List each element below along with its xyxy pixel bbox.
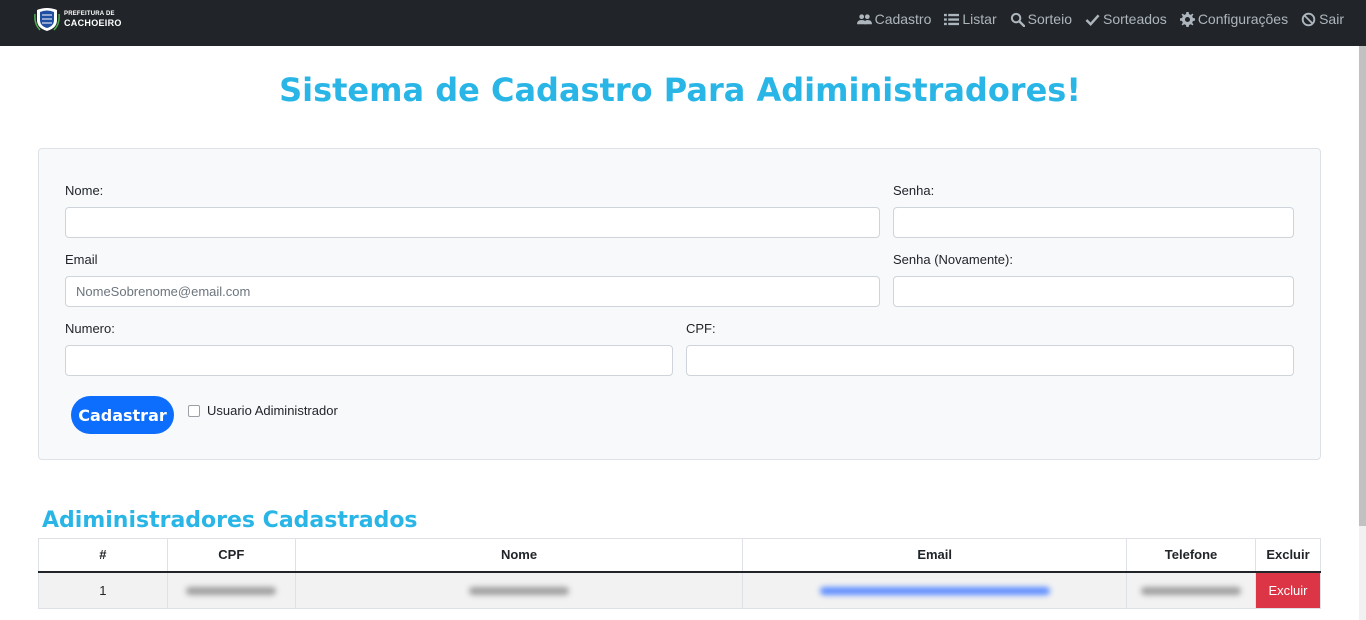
table-row: 1 Excluir <box>38 571 1321 609</box>
nav-label: Sorteados <box>1102 11 1167 27</box>
scrollbar-thumb[interactable] <box>1359 46 1366 526</box>
nav-item-configuracoes[interactable]: Configurações <box>1179 11 1289 27</box>
gear-icon <box>1179 11 1195 27</box>
cpf-label: CPF: <box>686 321 716 336</box>
ban-icon <box>1301 12 1316 26</box>
senha-confirm-input[interactable] <box>893 276 1294 307</box>
cell-email-redacted <box>742 571 1128 609</box>
nome-input[interactable] <box>65 207 880 238</box>
col-index: # <box>38 538 168 573</box>
page-title: Sistema de Cadastro Para Adiministradore… <box>279 71 1081 109</box>
navbar: PREFEITURA DE CACHOEIRO Cadastro Listar … <box>0 0 1366 46</box>
check-icon <box>1085 13 1100 26</box>
numero-input[interactable] <box>65 345 673 376</box>
email-label: Email <box>65 252 98 267</box>
col-cpf: CPF <box>166 538 296 573</box>
cpf-input[interactable] <box>686 345 1294 376</box>
nav-label: Listar <box>962 11 997 27</box>
nav-item-cadastro[interactable]: Cadastro <box>856 11 932 27</box>
users-icon <box>856 13 872 24</box>
nome-label: Nome: <box>65 183 104 198</box>
nav-label: Sair <box>1319 11 1344 27</box>
cell-excluir: Excluir <box>1255 571 1321 609</box>
table-header-row: # CPF Nome Email Telefone Excluir <box>38 538 1321 573</box>
nav-item-listar[interactable]: Listar <box>944 11 997 27</box>
registration-form: Nome: Senha: Email Senha (Novamente): Nu… <box>38 148 1321 460</box>
nav-label: Configurações <box>1197 11 1289 27</box>
col-nome: Nome <box>294 538 744 573</box>
cadastrar-button[interactable]: Cadastrar <box>71 396 174 434</box>
excluir-button[interactable]: Excluir <box>1256 572 1320 608</box>
senha-confirm-label: Senha (Novamente): <box>893 252 1013 267</box>
nav-menu: Cadastro Listar Sorteio Sorteados Config… <box>856 0 1344 38</box>
cell-telefone-redacted <box>1126 571 1256 609</box>
col-excluir: Excluir <box>1255 538 1321 573</box>
senha-label: Senha: <box>893 183 935 198</box>
admin-checkbox[interactable] <box>188 404 200 417</box>
col-email: Email <box>742 538 1128 573</box>
senha-input[interactable] <box>893 207 1294 238</box>
table-title: Adiministradores Cadastrados <box>42 508 418 533</box>
nav-label: Sorteio <box>1027 11 1072 27</box>
nav-label: Cadastro <box>874 11 932 27</box>
cell-cpf-redacted <box>166 571 296 609</box>
admin-checkbox-label: Usuario Adiministrador <box>207 403 338 418</box>
scrollbar[interactable] <box>1359 46 1366 620</box>
nav-item-sair[interactable]: Sair <box>1301 11 1344 27</box>
city-crest-icon <box>34 8 60 31</box>
logo-line2: CACHOEIRO <box>64 18 122 28</box>
search-icon <box>1010 12 1025 27</box>
col-telefone: Telefone <box>1126 538 1256 573</box>
email-input[interactable] <box>65 276 880 307</box>
admin-checkbox-wrap[interactable]: Usuario Adiministrador <box>188 403 338 418</box>
nav-item-sorteados[interactable]: Sorteados <box>1085 11 1167 27</box>
cell-index: 1 <box>38 571 168 609</box>
admins-table: # CPF Nome Email Telefone Excluir 1 Excl… <box>38 538 1321 609</box>
logo[interactable]: PREFEITURA DE CACHOEIRO <box>34 6 122 32</box>
nav-item-sorteio[interactable]: Sorteio <box>1010 11 1072 27</box>
numero-label: Numero: <box>65 321 115 336</box>
list-icon <box>944 13 960 25</box>
cell-nome-redacted <box>294 571 744 609</box>
